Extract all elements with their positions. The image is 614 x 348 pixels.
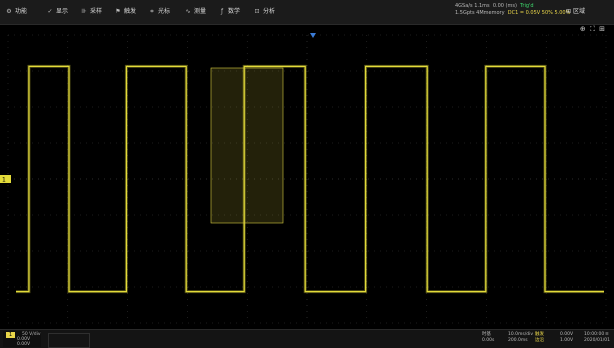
area-button[interactable]: ⊞ 区域: [566, 6, 585, 18]
ch2-empty-box[interactable]: [48, 333, 90, 348]
menu-math-label: 数学: [228, 8, 241, 15]
acquisition-status: 4GSa/s 1.1ms 0.00 (ms) Trig'd 1.5Gpts 4M…: [455, 3, 570, 17]
menu-analysis[interactable]: ⊡ 分析: [253, 6, 275, 18]
cursor-icon: ⌗: [150, 8, 154, 15]
trigger-position-marker: [310, 33, 316, 38]
menu-sample-label: 采样: [90, 8, 103, 15]
svg-text:1: 1: [2, 177, 6, 184]
trigger-source: DC1 = 0.05V 50%: [507, 10, 553, 16]
memory-depth: 1.5Gpts 4Mmemory: [455, 10, 505, 16]
menu-analysis-label: 分析: [263, 8, 276, 15]
area-icon: ⊞: [566, 8, 572, 15]
menu-cursor[interactable]: ⌗ 光标: [148, 6, 170, 18]
screen-toolbox[interactable]: ⊕ ⛶ ⊞: [580, 25, 606, 34]
measure-icon: ∿: [185, 8, 191, 15]
trigger-flag-icon: ⚑: [115, 8, 121, 15]
area-label: 区域: [572, 8, 585, 15]
oscilloscope-window: ⚙ 功能 ✓ 显示 ⊪ 采样 ⚑ 触发 ⌗ 光标 ∿ 测量 ƒ 数学 ⊡ 分析 4GSa/s 1…: [0, 0, 614, 348]
trigger-delay: 0.00 (ms): [492, 3, 517, 9]
waveform-canvas: 1: [0, 33, 607, 324]
date: 2020/01/01: [584, 338, 610, 343]
menu-sample[interactable]: ⊪ 采样: [80, 6, 102, 18]
menu-trigger-label: 触发: [124, 8, 137, 15]
menu-icon[interactable]: ≡: [605, 332, 609, 337]
menu-display-label: 显示: [56, 8, 69, 15]
trigger-label: 触发: [535, 332, 544, 337]
timebase-div[interactable]: 10.0ms/div: [508, 332, 533, 337]
waveform-display[interactable]: 1 ⊕ ⛶ ⊞: [0, 25, 614, 329]
trigger-state: Trig'd: [520, 3, 534, 9]
display-icon: ✓: [47, 8, 53, 15]
menu-math[interactable]: ƒ 数学: [218, 6, 240, 18]
fullscreen-icon[interactable]: ⛶: [590, 25, 596, 33]
ch1-tag: 1: [6, 332, 16, 338]
top-toolbar: ⚙ 功能 ✓ 显示 ⊪ 采样 ⚑ 触发 ⌗ 光标 ∿ 测量 ƒ 数学 ⊡ 分析 4GSa/s 1…: [0, 0, 614, 25]
trigger-level: 0.00V: [560, 332, 574, 337]
clock: 10:00:00: [584, 332, 605, 337]
graticule-grid: [7, 34, 607, 324]
zoom-region-box: [210, 67, 284, 224]
math-icon: ƒ: [220, 8, 224, 15]
menu-trigger[interactable]: ⚑ 触发: [114, 6, 136, 18]
zoom-tool-icon[interactable]: ⊕: [580, 25, 587, 33]
menu-measure[interactable]: ∿ 测量: [184, 6, 206, 18]
layout-icon[interactable]: ⊞: [599, 25, 606, 33]
sample-icon: ⊪: [81, 8, 87, 15]
trigger-value: 1.00V: [560, 338, 574, 343]
bottom-status-bar: 1 50 V/div 0.00V 0.00V 时基 10.0ms/div 0.0…: [0, 329, 614, 348]
trigger-mode[interactable]: 边沿: [535, 338, 544, 343]
analysis-icon: ⊡: [254, 8, 260, 15]
record-time: 1.1ms: [474, 3, 490, 9]
ch1-level: 0.00V: [17, 342, 31, 347]
menu-cursor-label: 光标: [158, 8, 171, 15]
timebase-position: 200.0ms: [508, 338, 528, 343]
sample-rate: 4GSa/s: [455, 3, 473, 9]
ch1-info-box[interactable]: 1 50 V/div 0.00V 0.00V: [3, 331, 41, 347]
ch1-ground-marker: 1: [0, 175, 11, 184]
menu-function[interactable]: ⚙ 功能: [5, 6, 27, 18]
gear-icon: ⚙: [6, 8, 12, 15]
menu-function-label: 功能: [15, 8, 28, 15]
timebase-offset: 0.00s: [482, 338, 495, 343]
menu-measure-label: 测量: [194, 8, 207, 15]
timebase-label: 时基: [482, 332, 491, 337]
menu-display[interactable]: ✓ 显示: [46, 6, 68, 18]
